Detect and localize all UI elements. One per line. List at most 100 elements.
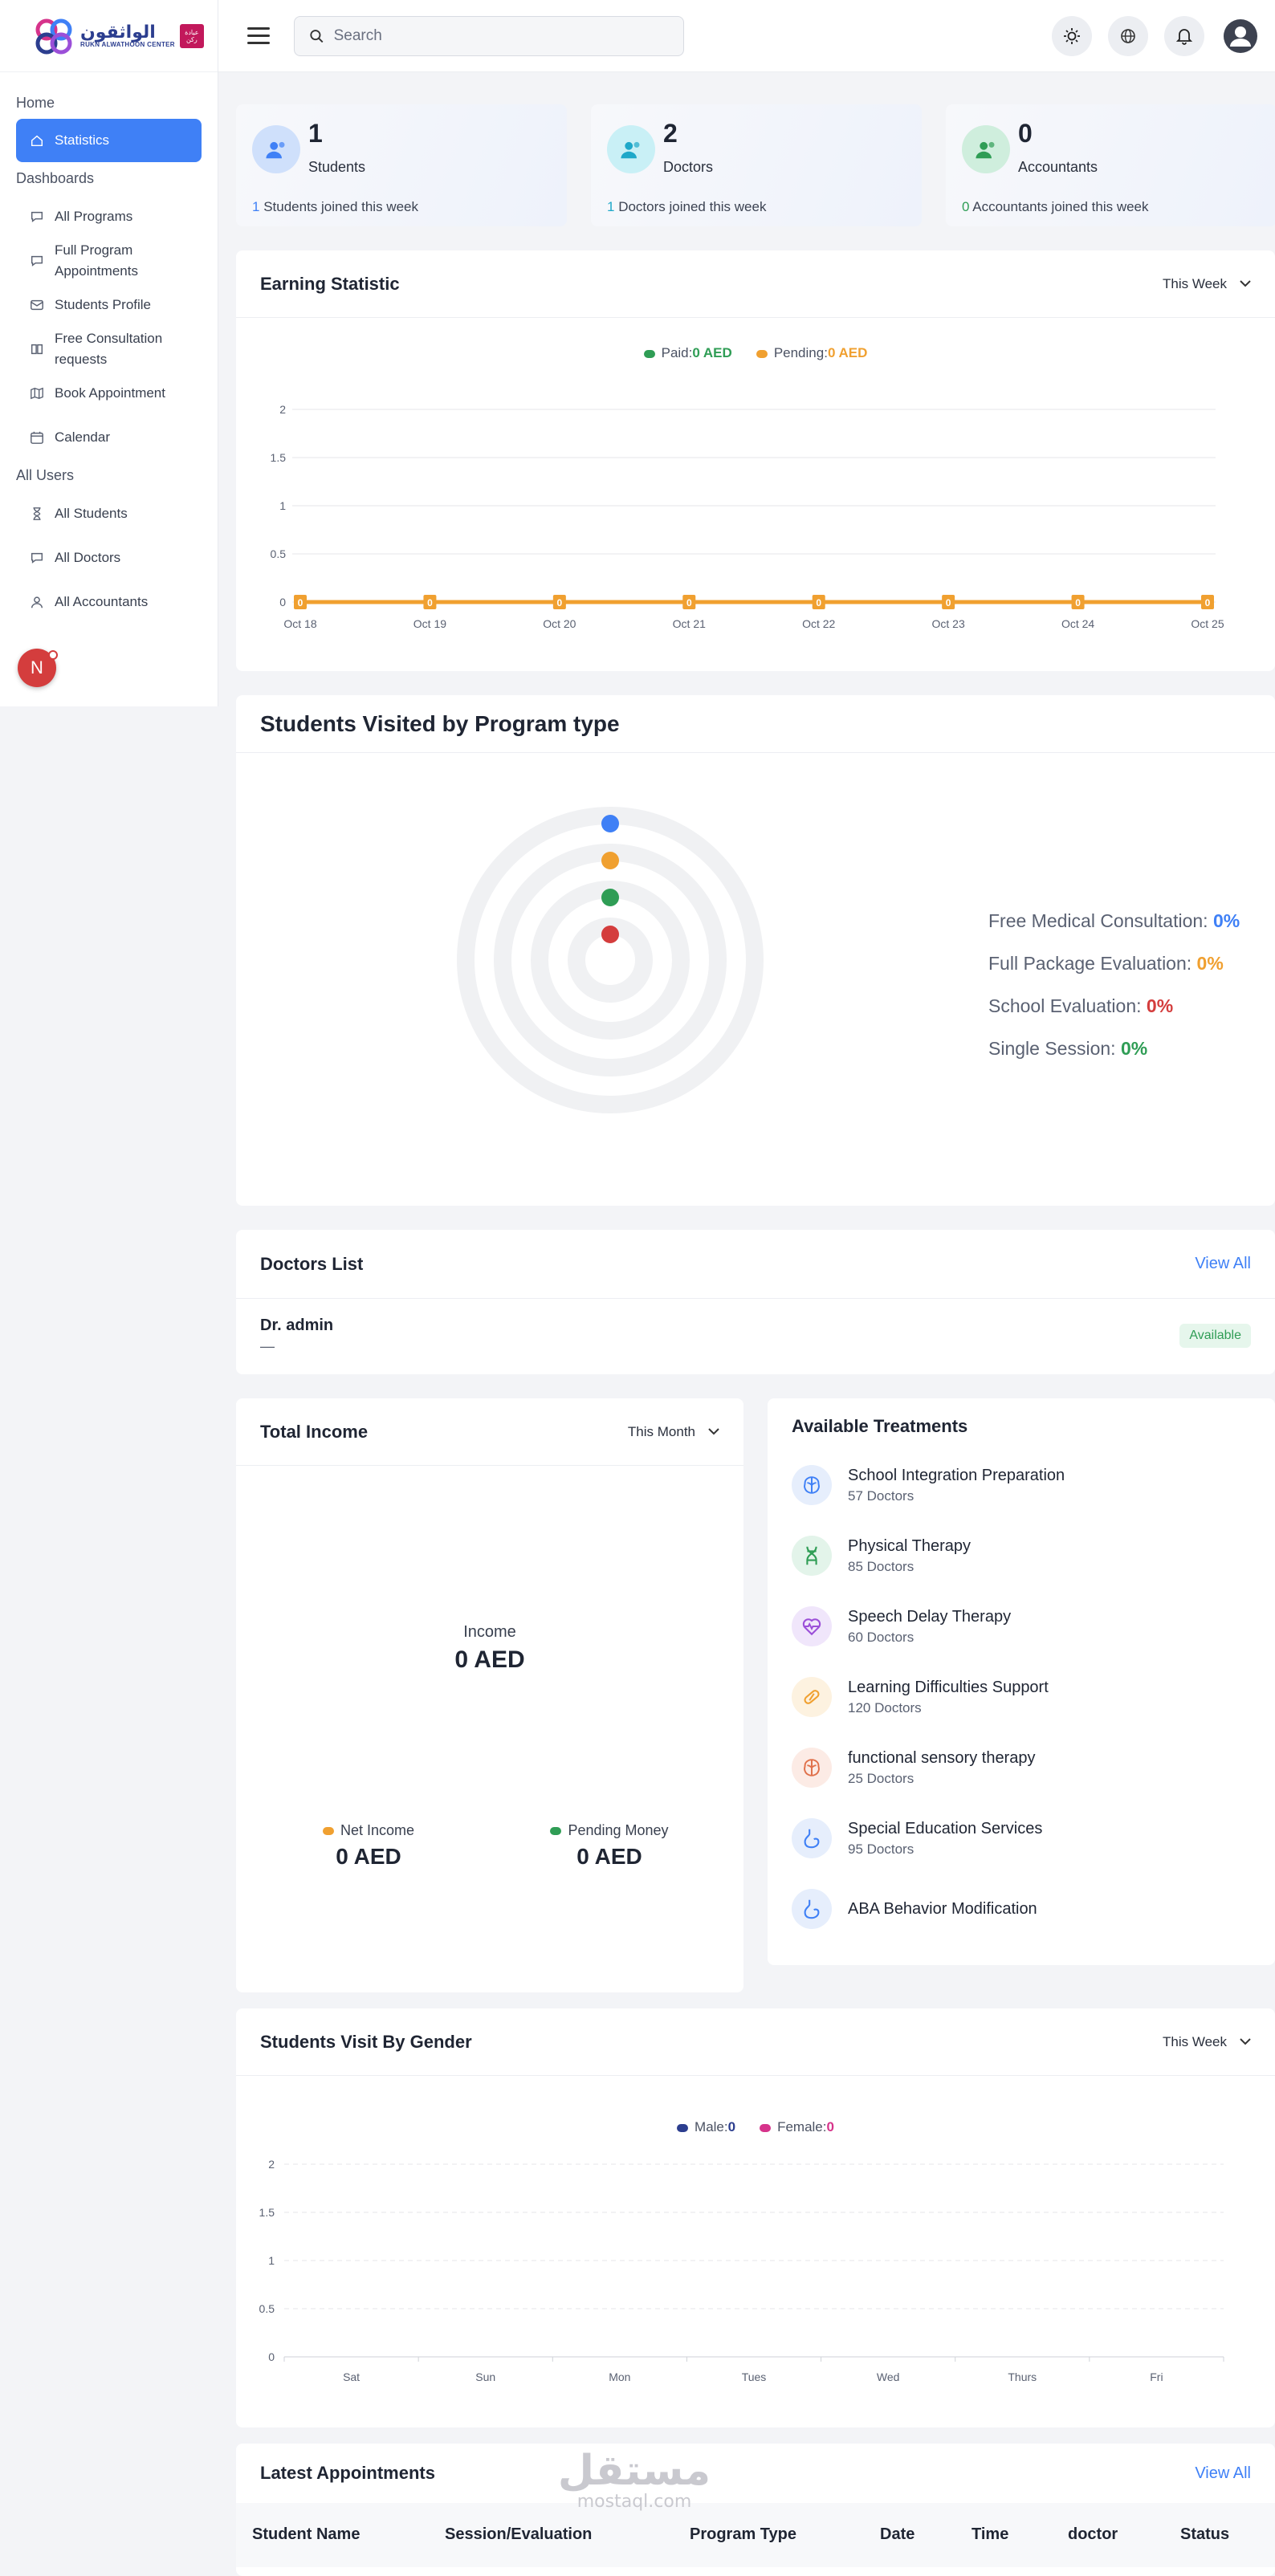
treatment-name: functional sensory therapy [848,1748,1036,1767]
user-avatar-button[interactable]: N [18,649,58,687]
sidebar-item-all-accountants[interactable]: All Accountants [16,580,202,624]
sidebar-item-all-students[interactable]: All Students [16,491,202,535]
profile-button[interactable] [1220,16,1261,56]
income-period-dropdown[interactable]: This Month [628,1424,719,1440]
column-header[interactable]: doctor [1068,2525,1118,2544]
radial-bar[interactable] [601,889,619,906]
net-income-value: 0 AED [336,1844,401,1869]
x-tick-label: Oct 20 [543,617,576,630]
stat-card-students[interactable]: 1 Students 1 Students joined this week [236,104,567,226]
sidebar-item-full-program-appointments[interactable]: Full Program Appointments [16,238,202,283]
data-label: 0 [557,597,563,608]
stat-sub-text: Students joined this week [263,199,418,214]
sidebar-item-all-programs[interactable]: All Programs [16,194,202,238]
stat-count: 2 [663,119,678,148]
program-legend-item[interactable]: Single Session: 0% [988,1038,1240,1080]
earning-chart: 2 1.5 1 0.5 0 0 Oct 18 0 Oct 19 0 Oct 20 0 Oct 21 0 Oc… [271,403,1224,630]
appointments-view-all-link[interactable]: View All [1195,2464,1251,2483]
stat-label: Accountants [1018,159,1098,175]
stat-sub-count: 1 [252,199,260,214]
language-button[interactable] [1108,15,1148,56]
gender-visit-card: Students Visit By Gender This Week Male:… [236,2008,1275,2427]
treatment-item[interactable]: Special Education Services 95 Doctors [768,1803,1275,1874]
treatment-name: Speech Delay Therapy [848,1607,1012,1626]
radial-bar[interactable] [601,815,619,832]
treatment-item[interactable]: functional sensory therapy 25 Doctors [768,1732,1275,1803]
radial-bar[interactable] [601,852,619,869]
search-box [294,15,684,56]
program-legend-label: Free Medical Consultation: [988,910,1208,931]
legend-item[interactable]: Pending:0 AED [756,345,867,361]
treatment-item[interactable]: Physical Therapy 85 Doctors [768,1520,1275,1591]
data-label: 0 [427,597,433,608]
notifications-button[interactable] [1164,15,1204,56]
earning-title: Earning Statistic [260,273,400,294]
treatment-item[interactable]: Speech Delay Therapy 60 Doctors [768,1591,1275,1662]
income-period-label: This Month [627,1423,695,1439]
sidebar-item-label: Calendar [55,429,110,445]
sidebar-item-statistics[interactable]: Statistics [16,119,202,162]
sidebar-item-all-doctors[interactable]: All Doctors [16,535,202,580]
column-header[interactable]: Date [880,2525,914,2544]
chat-icon [29,209,45,225]
treatment-item[interactable]: Learning Difficulties Support 120 Doctors [768,1662,1275,1732]
x-tick-label: Mon [609,2370,630,2383]
heart-pulse-icon [792,1606,832,1646]
stomach-icon [792,1889,832,1929]
column-header[interactable]: Time [972,2525,1008,2544]
treatment-item[interactable]: ABA Behavior Modification [768,1874,1275,1944]
pill-icon [792,1677,832,1717]
x-tick-label: Oct 21 [673,617,706,630]
treatment-doctor-count: 25 Doctors [848,1770,914,1786]
sidebar-item-book-appointment[interactable]: Book Appointment [16,371,202,415]
radial-track [531,881,690,1040]
column-header[interactable]: Status [1180,2525,1229,2544]
column-header[interactable]: Program Type [690,2525,796,2544]
sidebar-item-label: All Programs [55,208,133,224]
treatment-name: Physical Therapy [848,1536,972,1555]
gender-period-dropdown[interactable]: This Week [1163,2034,1251,2050]
users-icon [252,125,300,173]
radial-bar[interactable] [601,926,619,943]
menu-toggle-icon[interactable] [247,27,270,44]
treatment-name: ABA Behavior Modification [848,1899,1037,1918]
program-legend-item[interactable]: Free Medical Consultation: 0% [988,910,1240,953]
treatment-name: School Integration Preparation [848,1466,1065,1484]
treatment-doctor-count: 60 Doctors [848,1629,914,1645]
brand-logo[interactable]: الواثقون RUKN ALWATHOON CENTER عيادة ركن [0,0,218,72]
mail-icon [29,297,45,313]
available-treatments-card: Available Treatments School Integration … [768,1398,1275,1965]
y-tick-label: 0.5 [271,547,287,560]
program-legend-label: Full Package Evaluation: [988,953,1192,974]
user-icon [29,594,45,610]
doctors-list-card: Doctors List View All Dr. admin — Availa… [236,1230,1275,1374]
sidebar-section-title: Home [16,94,55,111]
column-header[interactable]: Student Name [252,2525,360,2544]
stat-card-doctors[interactable]: 2 Doctors 1 Doctors joined this week [591,104,922,226]
column-header[interactable]: Session/Evaluation [445,2525,592,2544]
sidebar-item-free-consultation-requests[interactable]: Free Consultation requests [16,327,202,371]
sidebar-item-students-profile[interactable]: Students Profile [16,283,202,327]
doctor-row[interactable]: Dr. admin — Available [236,1299,1275,1373]
legend-label: Pending: [773,345,828,360]
treatment-doctor-count: 85 Doctors [848,1558,914,1574]
users-icon [607,125,655,173]
sidebar-item-calendar[interactable]: Calendar [16,415,202,459]
doctors-view-all-link[interactable]: View All [1195,1255,1251,1273]
income-label: Income [463,1623,516,1641]
earning-period-dropdown[interactable]: This Week [1163,276,1251,292]
y-tick-label: 0.5 [259,2302,275,2315]
treatment-item[interactable]: School Integration Preparation 57 Doctors [768,1450,1275,1520]
data-label: 0 [1205,597,1211,608]
y-tick-label: 2 [279,403,286,416]
program-legend-item[interactable]: School Evaluation: 0% [988,995,1240,1038]
search-input[interactable] [333,26,669,45]
stat-card-accountants[interactable]: 0 Accountants 0 Accountants joined this we… [946,104,1275,226]
x-tick-label: Oct 18 [283,617,316,630]
theme-toggle-button[interactable] [1052,15,1092,56]
legend-swatch [756,349,768,358]
legend-item[interactable]: Paid:0 AED [643,345,732,361]
program-legend-item[interactable]: Full Package Evaluation: 0% [988,953,1240,995]
avatar-initial: N [31,657,43,678]
globe-icon [1121,28,1135,43]
